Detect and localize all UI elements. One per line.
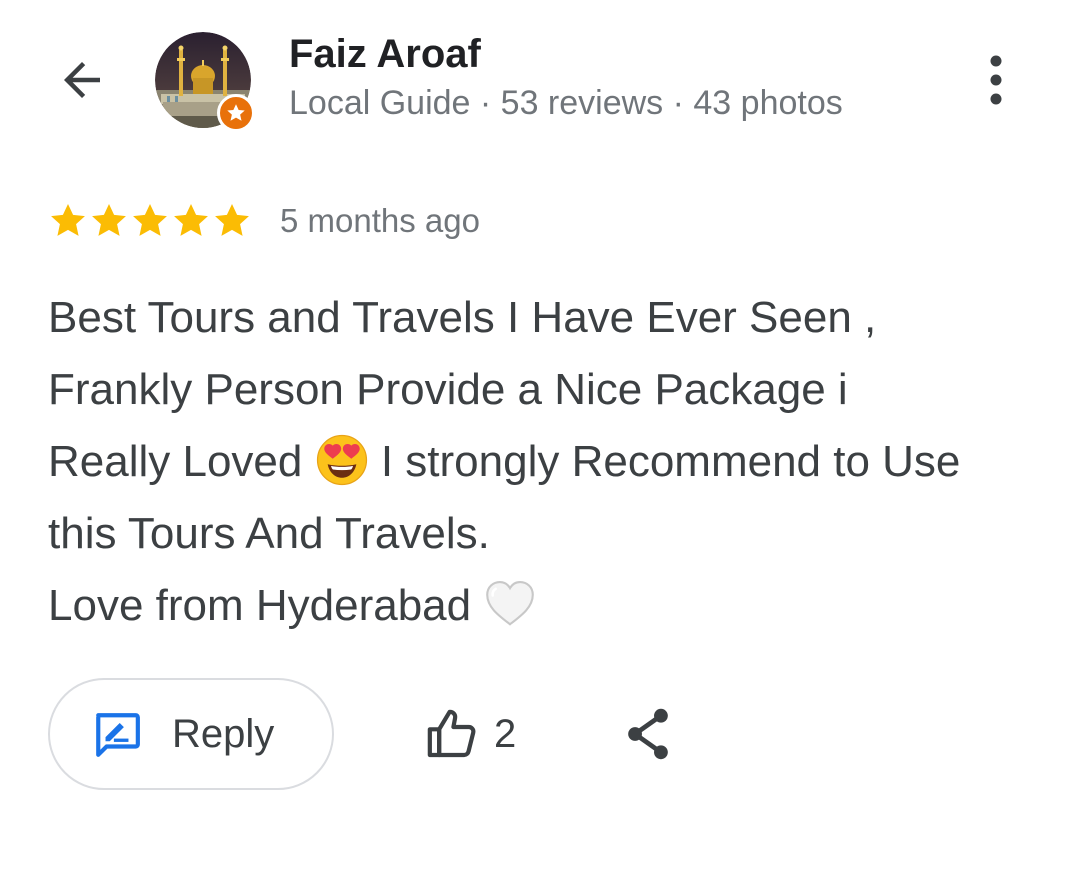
review-line-5-text: Love from Hyderabad — [48, 581, 484, 630]
local-guide-badge — [217, 94, 255, 132]
thumb-up-icon — [427, 709, 476, 758]
review-text: Best Tours and Travels I Have Ever Seen … — [48, 282, 1048, 642]
review-line-3-text-before: Really Loved — [48, 437, 315, 486]
arrow-back-icon — [64, 62, 100, 98]
review-line-4: this Tours And Travels. — [48, 498, 1048, 570]
star-icon — [174, 204, 208, 236]
review-line-2: Frankly Person Provide a Nice Package i — [48, 354, 1048, 426]
review-time: 5 months ago — [280, 202, 480, 239]
local-guide-star-badge-icon — [227, 104, 245, 121]
review-line-3: Really Loved I strongly Recommend to Use — [48, 426, 1048, 498]
rating-row: 5 months ago — [48, 198, 480, 244]
reply-edit-icon — [96, 713, 140, 757]
reviewer-meta: Local Guide · 53 reviews · 43 photos — [289, 84, 843, 122]
review-line-3-text-after: I strongly Recommend to Use — [368, 437, 961, 486]
review-line-5: Love from Hyderabad — [48, 570, 1048, 642]
review-line-1-text: Best Tours and Travels I Have Ever Seen … — [48, 293, 877, 342]
reply-label: Reply — [172, 711, 275, 756]
back-button[interactable] — [50, 48, 114, 112]
star-rating — [48, 201, 252, 241]
smiling-face-with-heart-eyes-emoji — [316, 435, 367, 486]
like-count: 2 — [494, 711, 517, 756]
review-line-2-text: Frankly Person Provide a Nice Package i — [48, 365, 848, 414]
star-icon — [133, 204, 167, 236]
star-icon — [51, 204, 85, 236]
review-line-1: Best Tours and Travels I Have Ever Seen … — [48, 282, 1048, 354]
avatar[interactable] — [155, 32, 255, 132]
reviewer-name[interactable]: Faiz Aroaf — [289, 30, 481, 78]
share-icon — [628, 708, 668, 760]
star-icon — [92, 204, 126, 236]
more-vert-icon — [990, 55, 1002, 105]
reply-button[interactable]: Reply — [48, 678, 334, 790]
share-button[interactable] — [618, 700, 678, 768]
white-heart-emoji — [486, 581, 535, 626]
like-button[interactable]: 2 — [424, 700, 516, 768]
star-icon — [215, 204, 249, 236]
more-options-button[interactable] — [968, 48, 1024, 112]
review-line-4-text: this Tours And Travels. — [48, 509, 490, 558]
